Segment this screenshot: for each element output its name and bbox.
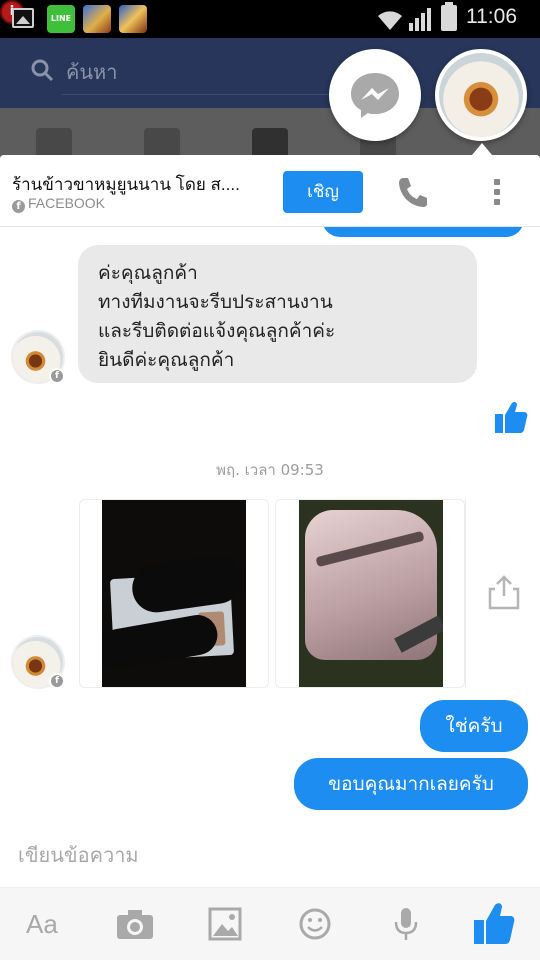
outgoing-message-bubble[interactable]: ขอบคุณมากเลยครับ bbox=[294, 758, 528, 810]
clock: 11:06 bbox=[466, 5, 517, 28]
share-icon[interactable] bbox=[487, 574, 521, 610]
chathead-pointer bbox=[472, 143, 492, 155]
photo-attachment[interactable] bbox=[275, 499, 465, 688]
battery-icon bbox=[441, 2, 457, 31]
message-timestamp: พฤ. เวลา 09:53 bbox=[216, 461, 324, 479]
news-feed-icon[interactable] bbox=[36, 128, 72, 158]
search-input[interactable]: ค้นหา bbox=[66, 56, 117, 88]
text-format-button[interactable]: Aa bbox=[26, 906, 66, 942]
conversation-source: f FACEBOOK bbox=[12, 195, 105, 213]
gallery-notification-icon bbox=[12, 8, 34, 28]
signal-icon bbox=[409, 8, 431, 31]
bag-photo[interactable] bbox=[299, 500, 443, 687]
messenger-chathead[interactable] bbox=[329, 49, 421, 141]
conversation-header: ร้านข้าวขาหมูยูนนาน โดย ส.... f FACEBOOK … bbox=[0, 155, 540, 227]
camera-icon[interactable] bbox=[115, 906, 155, 942]
thumbs-up-icon[interactable] bbox=[494, 400, 528, 434]
status-bar: LINE i 11:06 bbox=[0, 0, 540, 38]
composer-toolbar: Aa bbox=[0, 887, 540, 960]
line-app-icon: LINE bbox=[47, 5, 75, 33]
image-icon[interactable] bbox=[205, 906, 245, 942]
thumbs-up-icon[interactable] bbox=[473, 901, 515, 945]
outgoing-message-bubble[interactable]: ใช่ครับ bbox=[420, 700, 528, 752]
facebook-badge-icon: f bbox=[49, 368, 65, 384]
message-line: และรีบติดต่อแจ้งคุณลูกค้าค่ะ bbox=[98, 320, 336, 342]
facebook-icon: f bbox=[12, 200, 25, 213]
conversation-title[interactable]: ร้านข้าวขาหมูยูนนาน โดย ส.... bbox=[12, 171, 272, 198]
facebook-badge-icon: f bbox=[49, 673, 65, 689]
friends-icon[interactable] bbox=[144, 128, 180, 158]
message-input[interactable]: เขียนข้อความ bbox=[18, 839, 418, 869]
message-line: ทางทีมงานจะรีบประสานงาน bbox=[98, 291, 333, 313]
more-options-icon[interactable] bbox=[484, 173, 510, 211]
shop-chathead[interactable] bbox=[435, 49, 527, 141]
sender-avatar[interactable]: f bbox=[11, 330, 65, 384]
invite-button[interactable]: เชิญ bbox=[283, 171, 363, 213]
message-line: ยินดีค่ะคุณลูกค้า bbox=[98, 349, 235, 371]
id-card-photo[interactable] bbox=[102, 500, 246, 687]
sticker-icon[interactable] bbox=[295, 906, 335, 942]
message-line: ค่ะคุณลูกค้า bbox=[98, 262, 198, 284]
photo-attachment-peek[interactable] bbox=[465, 499, 473, 688]
conversation-card: ร้านข้าวขาหมูยูนนาน โดย ส.... f FACEBOOK … bbox=[0, 155, 540, 960]
game-notification-icon bbox=[119, 5, 147, 33]
photo-attachment[interactable] bbox=[79, 499, 269, 688]
game-notification-icon bbox=[83, 5, 111, 33]
messages-icon[interactable] bbox=[252, 128, 288, 158]
wifi-icon bbox=[378, 11, 402, 30]
source-label: FACEBOOK bbox=[28, 195, 106, 211]
search-icon[interactable] bbox=[30, 58, 54, 82]
microphone-icon[interactable] bbox=[386, 906, 426, 942]
sender-avatar[interactable]: f bbox=[11, 635, 65, 689]
incoming-message-bubble[interactable]: ค่ะคุณลูกค้า ทางทีมงานจะรีบประสานงาน และ… bbox=[78, 245, 477, 383]
messenger-icon bbox=[351, 73, 399, 118]
phone-icon[interactable] bbox=[396, 175, 430, 209]
